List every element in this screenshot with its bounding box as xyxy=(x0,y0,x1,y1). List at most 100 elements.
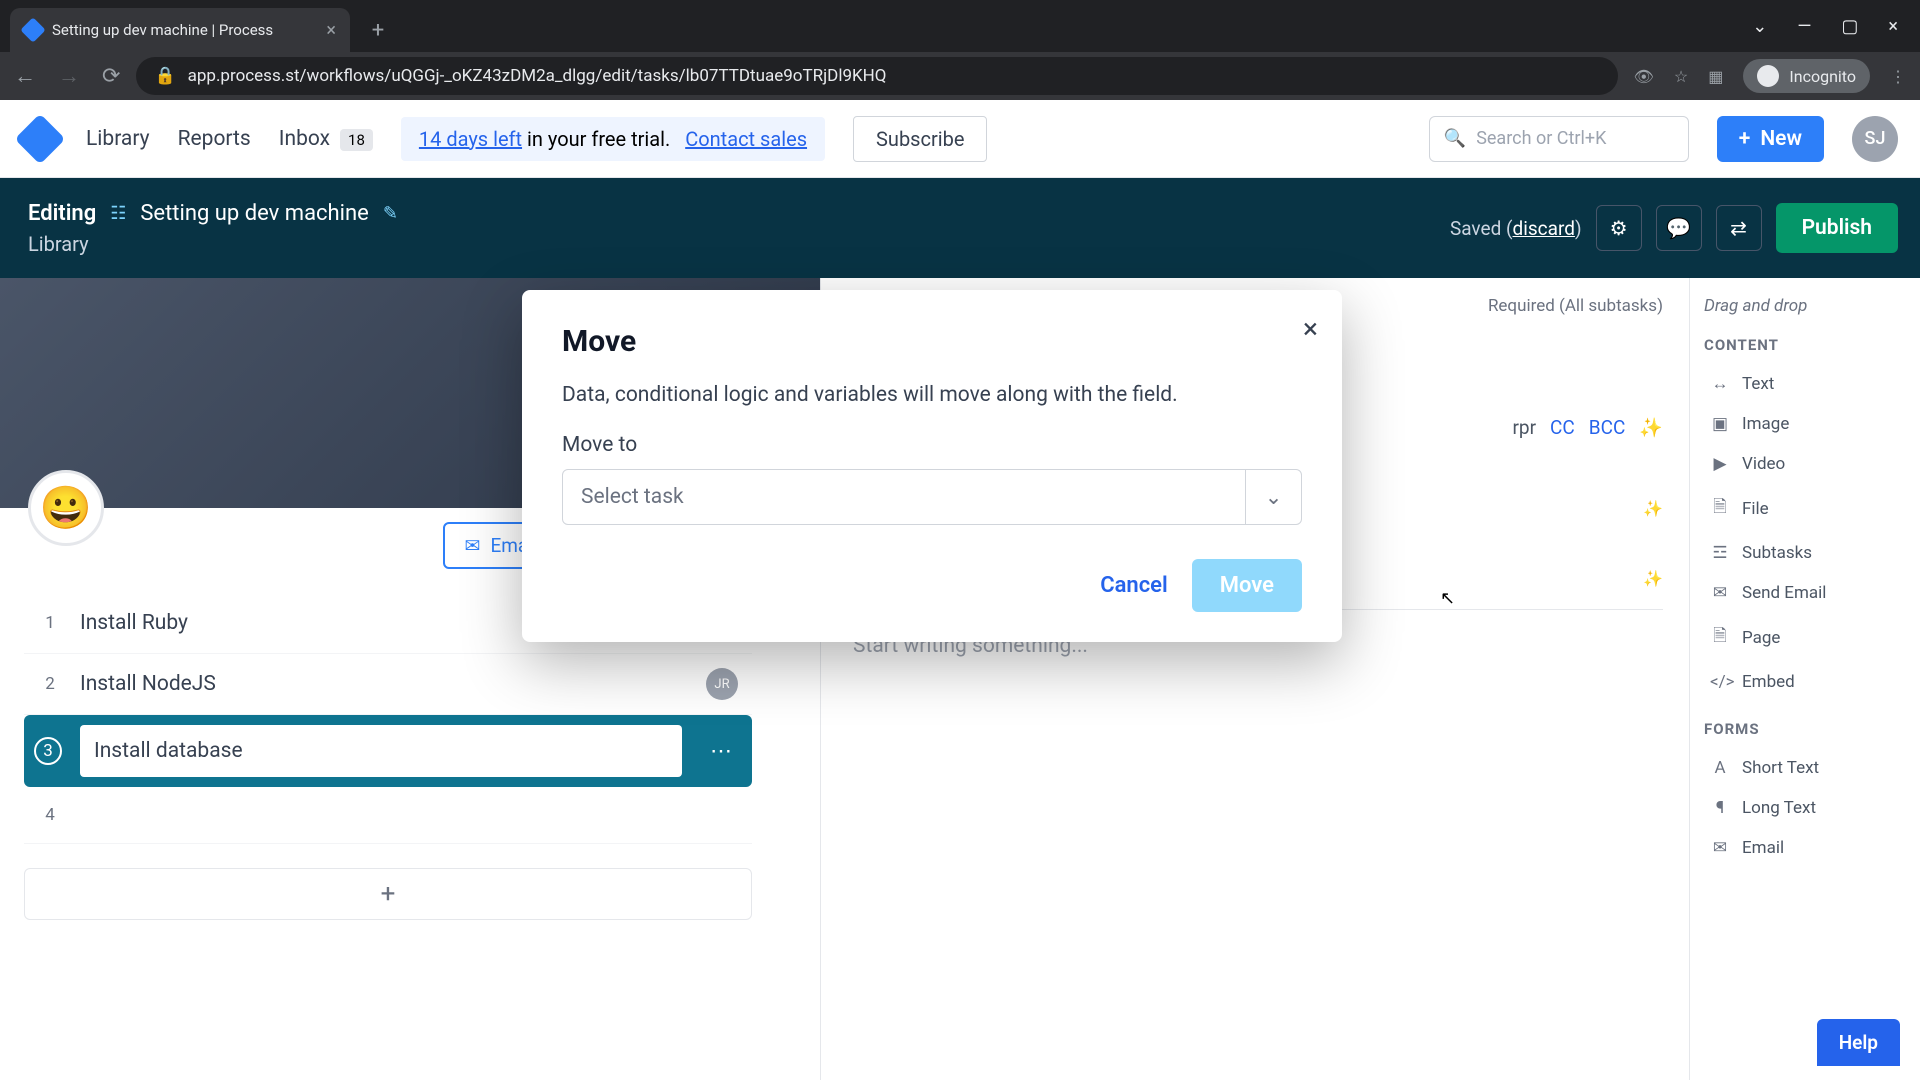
new-tab-button[interactable]: + xyxy=(360,12,396,48)
code-icon: </> xyxy=(1710,672,1730,692)
task-title: Install Ruby xyxy=(80,611,188,635)
task-row[interactable]: 2 Install NodeJS JR xyxy=(24,654,752,715)
task-number: 1 xyxy=(38,613,62,633)
content-heading: CONTENT xyxy=(1704,336,1906,354)
reload-icon[interactable]: ⟳ xyxy=(102,64,120,89)
move-to-label: Move to xyxy=(562,433,1302,457)
tabs-dropdown-icon[interactable]: ⌄ xyxy=(1752,16,1767,37)
task-number: 2 xyxy=(38,674,62,694)
magic-icon[interactable]: ✨ xyxy=(1643,569,1663,588)
help-button[interactable]: Help xyxy=(1817,1019,1900,1066)
forms-heading: FORMS xyxy=(1704,720,1906,738)
page-icon: 🗎 xyxy=(1710,623,1730,652)
task-row-empty[interactable]: 4 xyxy=(24,787,752,844)
forward-icon[interactable]: → xyxy=(58,63,80,89)
widget-file[interactable]: 🗎File xyxy=(1704,484,1906,533)
shuffle-button[interactable]: ⇄ xyxy=(1716,205,1762,251)
subscribe-button[interactable]: Subscribe xyxy=(853,116,987,162)
task-title-input[interactable] xyxy=(80,725,682,777)
extensions-icon[interactable]: ▦ xyxy=(1708,67,1723,86)
favicon-icon xyxy=(20,17,45,42)
close-tab-icon[interactable]: × xyxy=(326,20,336,41)
cancel-button[interactable]: Cancel xyxy=(1100,573,1168,598)
video-icon: ▶ xyxy=(1710,454,1730,474)
assignee-avatar[interactable]: JR xyxy=(706,668,738,700)
nav-library[interactable]: Library xyxy=(86,127,150,151)
task-number: 3 xyxy=(34,737,62,765)
cc-button[interactable]: CC xyxy=(1550,416,1575,439)
minimize-icon[interactable]: — xyxy=(1797,16,1811,37)
new-button[interactable]: + New xyxy=(1717,116,1824,162)
chevron-down-icon[interactable]: ⌄ xyxy=(1245,470,1301,524)
image-icon: ▣ xyxy=(1710,414,1730,434)
widget-short-text[interactable]: AShort Text xyxy=(1704,748,1906,788)
workflow-icon: ☷ xyxy=(110,203,126,224)
task-row-selected[interactable]: 3 ⋯ xyxy=(24,715,752,787)
gear-icon: ⚙ xyxy=(1610,216,1628,240)
address-bar: ← → ⟳ 🔒 app.process.st/workflows/uQGGj-_… xyxy=(0,52,1920,100)
add-task-button[interactable]: + xyxy=(24,868,752,920)
bookmark-icon[interactable]: ☆ xyxy=(1674,67,1688,86)
shuffle-icon: ⇄ xyxy=(1730,216,1747,240)
widget-image[interactable]: ▣Image xyxy=(1704,404,1906,444)
text-icon: ↔ xyxy=(1710,374,1730,394)
search-icon: 🔍 xyxy=(1444,128,1466,149)
cursor-icon: ↖ xyxy=(1440,588,1455,609)
chat-icon: 💬 xyxy=(1666,216,1691,240)
widget-embed[interactable]: </>Embed xyxy=(1704,662,1906,702)
edit-pencil-icon[interactable]: ✎ xyxy=(383,203,398,224)
widget-send-email[interactable]: ✉Send Email xyxy=(1704,573,1906,613)
eye-off-icon[interactable]: 👁 xyxy=(1634,67,1654,86)
widgets-sidebar: Drag and drop CONTENT ↔Text ▣Image ▶Vide… xyxy=(1690,278,1920,1080)
long-text-icon: ¶ xyxy=(1710,798,1730,818)
user-avatar[interactable]: SJ xyxy=(1852,116,1898,162)
url-text: app.process.st/workflows/uQGGj-_oKZ43zDM… xyxy=(188,66,887,86)
widget-email[interactable]: ✉Email xyxy=(1704,828,1906,868)
widget-subtasks[interactable]: ☲Subtasks xyxy=(1704,533,1906,573)
modal-title: Move xyxy=(562,324,1302,359)
browser-tab-strip: Setting up dev machine | Process × + ⌄ —… xyxy=(0,0,1920,52)
incognito-badge: Incognito xyxy=(1743,59,1870,93)
trial-days-link[interactable]: 14 days left xyxy=(419,127,522,151)
comments-button[interactable]: 💬 xyxy=(1656,205,1702,251)
publish-button[interactable]: Publish xyxy=(1776,203,1898,253)
close-window-icon[interactable]: × xyxy=(1888,16,1898,37)
maximize-icon[interactable]: ▢ xyxy=(1841,16,1858,37)
window-controls: ⌄ — ▢ × xyxy=(1752,0,1920,52)
modal-close-button[interactable]: × xyxy=(1303,312,1318,345)
saved-status: Saved (discard) xyxy=(1450,217,1582,240)
widget-page[interactable]: 🗎Page xyxy=(1704,613,1906,662)
bcc-button[interactable]: BCC xyxy=(1589,416,1626,439)
move-button[interactable]: Move xyxy=(1192,559,1302,612)
back-icon[interactable]: ← xyxy=(14,63,36,89)
widget-video[interactable]: ▶Video xyxy=(1704,444,1906,484)
browser-menu-icon[interactable]: ⋮ xyxy=(1890,67,1906,86)
magic-icon[interactable]: ✨ xyxy=(1643,499,1663,518)
nav-reports[interactable]: Reports xyxy=(178,127,251,151)
trial-banner: 14 days left in your free trial. Contact… xyxy=(401,117,825,161)
browser-tab[interactable]: Setting up dev machine | Process × xyxy=(10,8,350,52)
plus-icon: + xyxy=(1739,127,1751,151)
widget-long-text[interactable]: ¶Long Text xyxy=(1704,788,1906,828)
search-input[interactable]: 🔍 Search or Ctrl+K xyxy=(1429,116,1689,162)
lock-icon: 🔒 xyxy=(154,66,175,86)
contact-sales-link[interactable]: Contact sales xyxy=(685,127,807,151)
move-to-select[interactable]: Select task ⌄ xyxy=(562,469,1302,525)
editing-bar: Editing ☷ Setting up dev machine ✎ Libra… xyxy=(0,178,1920,278)
nav-inbox[interactable]: Inbox 18 xyxy=(279,127,373,151)
workflow-emoji[interactable]: 😀 xyxy=(28,470,104,546)
app-logo-icon[interactable] xyxy=(15,113,66,164)
envelope-icon: ✉ xyxy=(1710,838,1730,858)
task-menu-icon[interactable]: ⋯ xyxy=(700,739,742,764)
settings-button[interactable]: ⚙ xyxy=(1596,205,1642,251)
discard-link[interactable]: discard xyxy=(1513,217,1575,240)
editing-label: Editing xyxy=(28,201,96,226)
url-field[interactable]: 🔒 app.process.st/workflows/uQGGj-_oKZ43z… xyxy=(136,57,1617,95)
file-icon: 🗎 xyxy=(1710,494,1730,523)
incognito-icon xyxy=(1757,65,1779,87)
modal-description: Data, conditional logic and variables wi… xyxy=(562,383,1302,407)
widget-text[interactable]: ↔Text xyxy=(1704,364,1906,404)
envelope-icon: ✉ xyxy=(465,534,481,557)
short-text-icon: A xyxy=(1710,758,1730,778)
magic-icon[interactable]: ✨ xyxy=(1639,416,1663,439)
